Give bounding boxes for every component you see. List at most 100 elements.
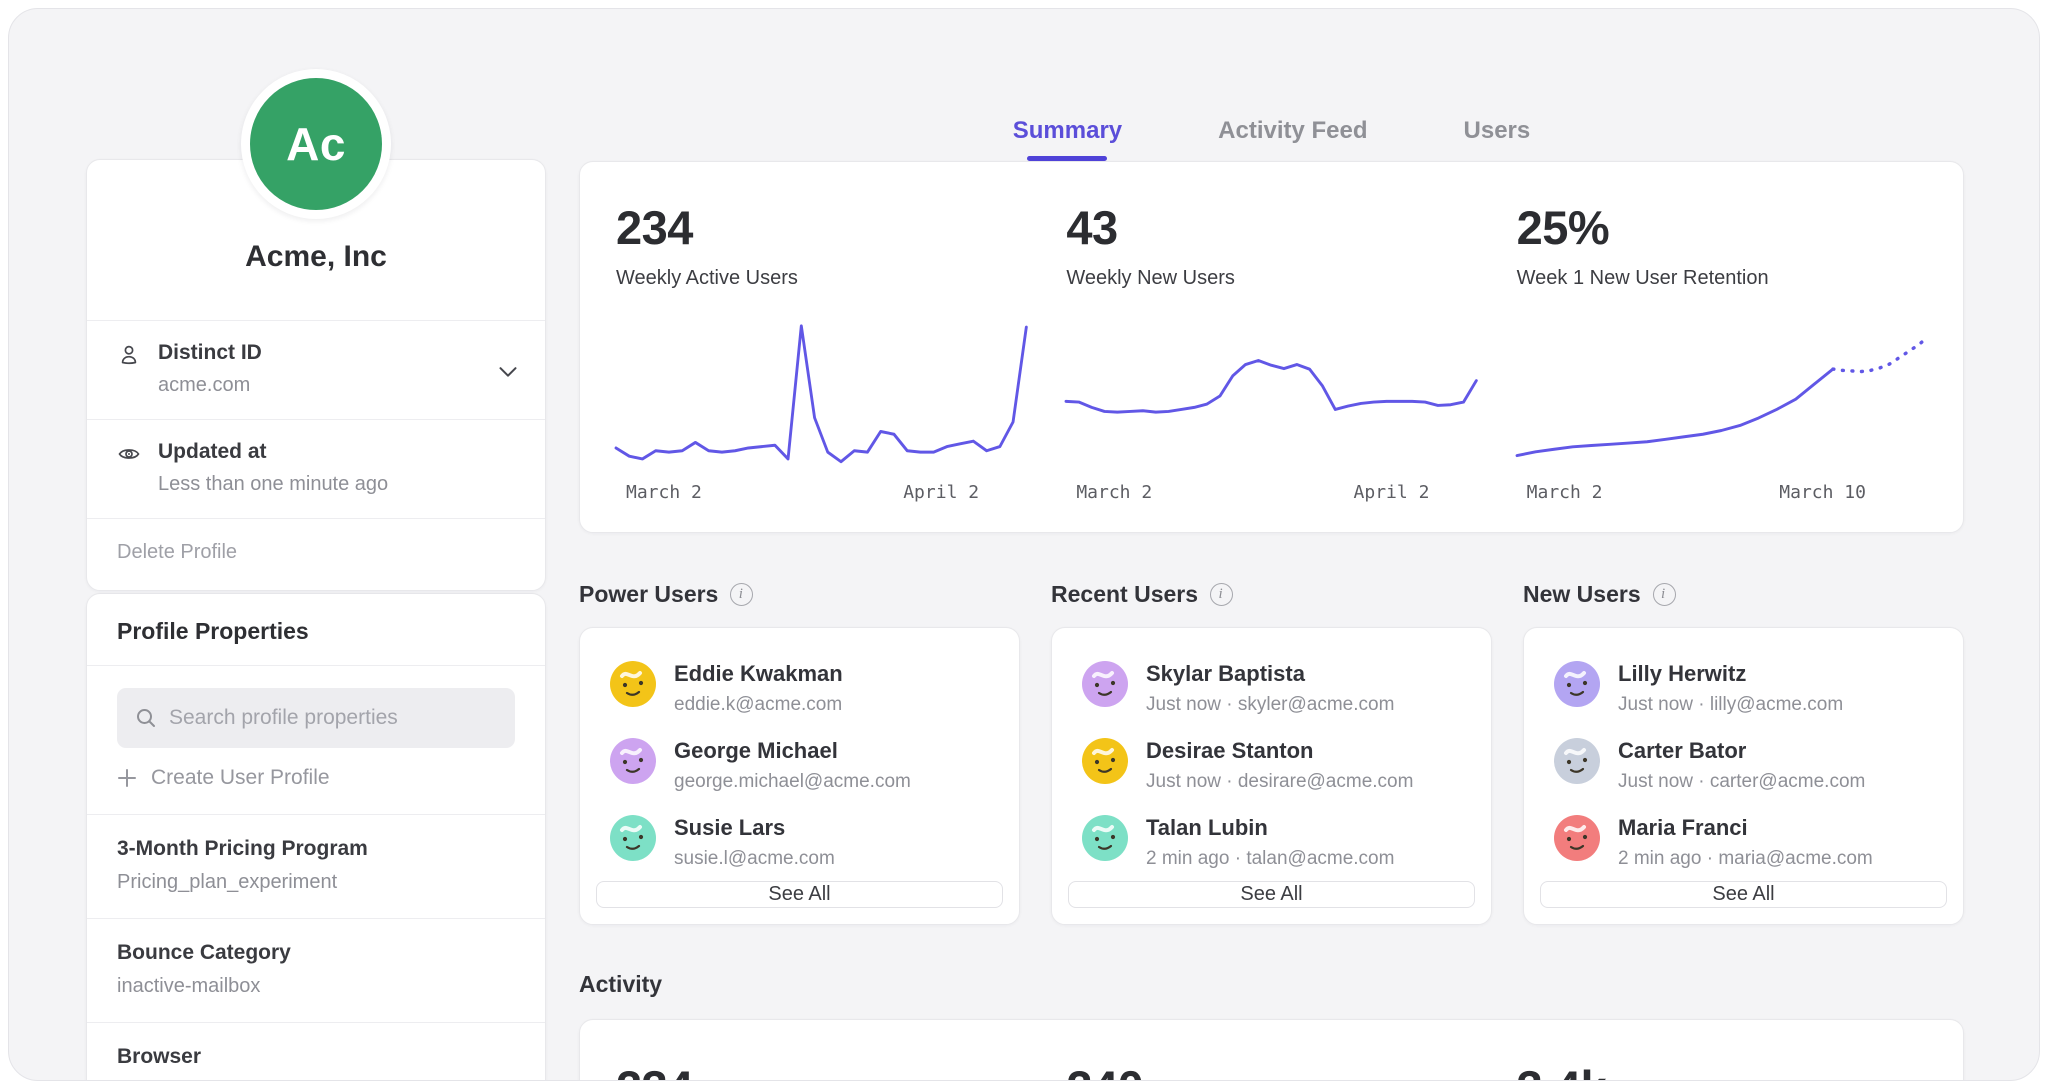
stat-value: 234: [616, 200, 1026, 255]
property-row-pricing-program[interactable]: 3-Month Pricing Program Pricing_plan_exp…: [87, 814, 545, 918]
stat-value: 3.4k: [1517, 1060, 1927, 1081]
x-axis-tick: March 2: [626, 482, 702, 503]
company-card: Acme, Inc Distinct ID acme.com: [86, 159, 546, 591]
user-name: George Michael: [674, 738, 911, 764]
property-name: Bounce Category: [117, 941, 515, 965]
user-name: Desirae Stanton: [1146, 738, 1413, 764]
x-axis-tick: April 2: [1354, 482, 1430, 503]
eye-icon: [117, 442, 141, 466]
power-users-card: Eddie Kwakman eddie.k@acme.com George Mi…: [579, 627, 1020, 925]
user-meta: Just now · carter@acme.com: [1618, 771, 1865, 793]
user-avatar: [610, 815, 656, 861]
line-chart-week1-retention: [1517, 312, 1927, 470]
property-value: Pricing_plan_experiment: [117, 871, 515, 894]
distinct-id-row[interactable]: Distinct ID acme.com: [87, 320, 545, 419]
user-name: Carter Bator: [1618, 738, 1865, 764]
x-axis-tick: April 2: [903, 482, 979, 503]
user-meta: george.michael@acme.com: [674, 771, 911, 793]
stat-value: 234: [616, 1060, 1026, 1081]
user-avatar: [1554, 815, 1600, 861]
search-icon: [135, 707, 157, 729]
activity-section-title: Activity: [579, 971, 1964, 1001]
property-name: Browser: [117, 1045, 515, 1069]
user-meta: Just now · skyler@acme.com: [1146, 694, 1394, 716]
list-header: Power Users i: [579, 579, 1020, 609]
activity-stat-1: 234: [616, 1060, 1026, 1081]
list-title: New Users: [1523, 581, 1641, 608]
list-header: New Users i: [1523, 579, 1964, 609]
user-avatar: [1082, 738, 1128, 784]
list-item[interactable]: Maria Franci 2 min ago · maria@acme.com: [1524, 804, 1963, 881]
search-input[interactable]: [169, 706, 497, 730]
updated-at-value: Less than one minute ago: [158, 473, 388, 496]
plus-icon: [117, 768, 137, 788]
x-axis-labels: March 2 April 2: [1066, 476, 1476, 508]
profile-properties-search[interactable]: [117, 688, 515, 748]
new-users-card: Lilly Herwitz Just now · lilly@acme.com …: [1523, 627, 1964, 925]
property-name: 3-Month Pricing Program: [117, 837, 515, 861]
updated-at-label: Updated at: [158, 440, 388, 464]
tab-summary[interactable]: Summary: [1013, 117, 1122, 161]
stat-weekly-active-users: 234 Weekly Active Users March 2 April 2: [616, 200, 1026, 512]
list-item[interactable]: George Michael george.michael@acme.com: [580, 727, 1019, 804]
list-header: Recent Users i: [1051, 579, 1492, 609]
list-title: Power Users: [579, 581, 718, 608]
property-value: inactive-mailbox: [117, 975, 515, 998]
activity-stats-card: 234 240 3.4k: [579, 1019, 1964, 1081]
list-item[interactable]: Skylar Baptista Just now · skyler@acme.c…: [1052, 650, 1491, 727]
recent-users-card: Skylar Baptista Just now · skyler@acme.c…: [1051, 627, 1492, 925]
create-user-profile-label: Create User Profile: [151, 766, 330, 790]
sidebar: Ac Acme, Inc Distinct ID acme.com: [86, 9, 546, 1080]
list-item[interactable]: Lilly Herwitz Just now · lilly@acme.com: [1524, 650, 1963, 727]
x-axis-tick: March 10: [1779, 482, 1866, 503]
recent-users-section: Recent Users i Skylar Baptista Just now …: [1051, 579, 1492, 925]
user-name: Lilly Herwitz: [1618, 661, 1843, 687]
list-title: Recent Users: [1051, 581, 1198, 608]
new-users-section: New Users i Lilly Herwitz Just now · lil…: [1523, 579, 1964, 925]
distinct-id-value: acme.com: [158, 374, 262, 397]
list-item[interactable]: Talan Lubin 2 min ago · talan@acme.com: [1052, 804, 1491, 881]
tab-users[interactable]: Users: [1464, 117, 1531, 161]
company-avatar: Ac: [241, 69, 391, 219]
profile-properties-title: Profile Properties: [87, 594, 545, 666]
tab-activity-feed[interactable]: Activity Feed: [1218, 117, 1367, 161]
info-icon[interactable]: i: [730, 583, 753, 606]
property-row-browser[interactable]: Browser Chrome: [87, 1022, 545, 1081]
user-avatar: [610, 661, 656, 707]
chevron-down-icon[interactable]: [499, 367, 517, 378]
stat-label: Weekly Active Users: [616, 267, 1026, 290]
stat-label: Weekly New Users: [1066, 267, 1476, 290]
power-users-section: Power Users i Eddie Kwakman eddie.k@acme…: [579, 579, 1020, 925]
info-icon[interactable]: i: [1653, 583, 1676, 606]
user-meta: Just now · lilly@acme.com: [1618, 694, 1843, 716]
user-name: Susie Lars: [674, 815, 835, 841]
create-user-profile-button[interactable]: Create User Profile: [117, 766, 330, 790]
see-all-button[interactable]: See All: [1540, 881, 1947, 908]
activity-stat-3: 3.4k: [1517, 1060, 1927, 1081]
user-avatar: [1554, 661, 1600, 707]
user-name: Skylar Baptista: [1146, 661, 1394, 687]
list-item[interactable]: Eddie Kwakman eddie.k@acme.com: [580, 650, 1019, 727]
user-avatar: [1082, 815, 1128, 861]
summary-stats-card: 234 Weekly Active Users March 2 April 2 …: [579, 161, 1964, 533]
see-all-button[interactable]: See All: [1068, 881, 1475, 908]
stat-value: 25%: [1517, 200, 1927, 255]
user-meta: eddie.k@acme.com: [674, 694, 843, 716]
user-avatar: [610, 738, 656, 784]
list-item[interactable]: Susie Lars susie.l@acme.com: [580, 804, 1019, 881]
user-meta: susie.l@acme.com: [674, 848, 835, 870]
list-item[interactable]: Desirae Stanton Just now · desirare@acme…: [1052, 727, 1491, 804]
updated-at-row: Updated at Less than one minute ago: [87, 419, 545, 518]
user-lists-row: Power Users i Eddie Kwakman eddie.k@acme…: [579, 579, 1964, 925]
x-axis-labels: March 2 April 2: [616, 476, 1026, 508]
property-value: Chrome: [117, 1079, 515, 1081]
see-all-button[interactable]: See All: [596, 881, 1003, 908]
info-icon[interactable]: i: [1210, 583, 1233, 606]
stat-week1-retention: 25% Week 1 New User Retention March 2 Ma…: [1517, 200, 1927, 512]
x-axis-tick: March 2: [1076, 482, 1152, 503]
list-item[interactable]: Carter Bator Just now · carter@acme.com: [1524, 727, 1963, 804]
x-axis-labels: March 2 March 10: [1517, 476, 1927, 508]
property-row-bounce-category[interactable]: Bounce Category inactive-mailbox: [87, 918, 545, 1022]
stat-value: 240: [1066, 1060, 1476, 1081]
delete-profile-button[interactable]: Delete Profile: [87, 518, 545, 590]
